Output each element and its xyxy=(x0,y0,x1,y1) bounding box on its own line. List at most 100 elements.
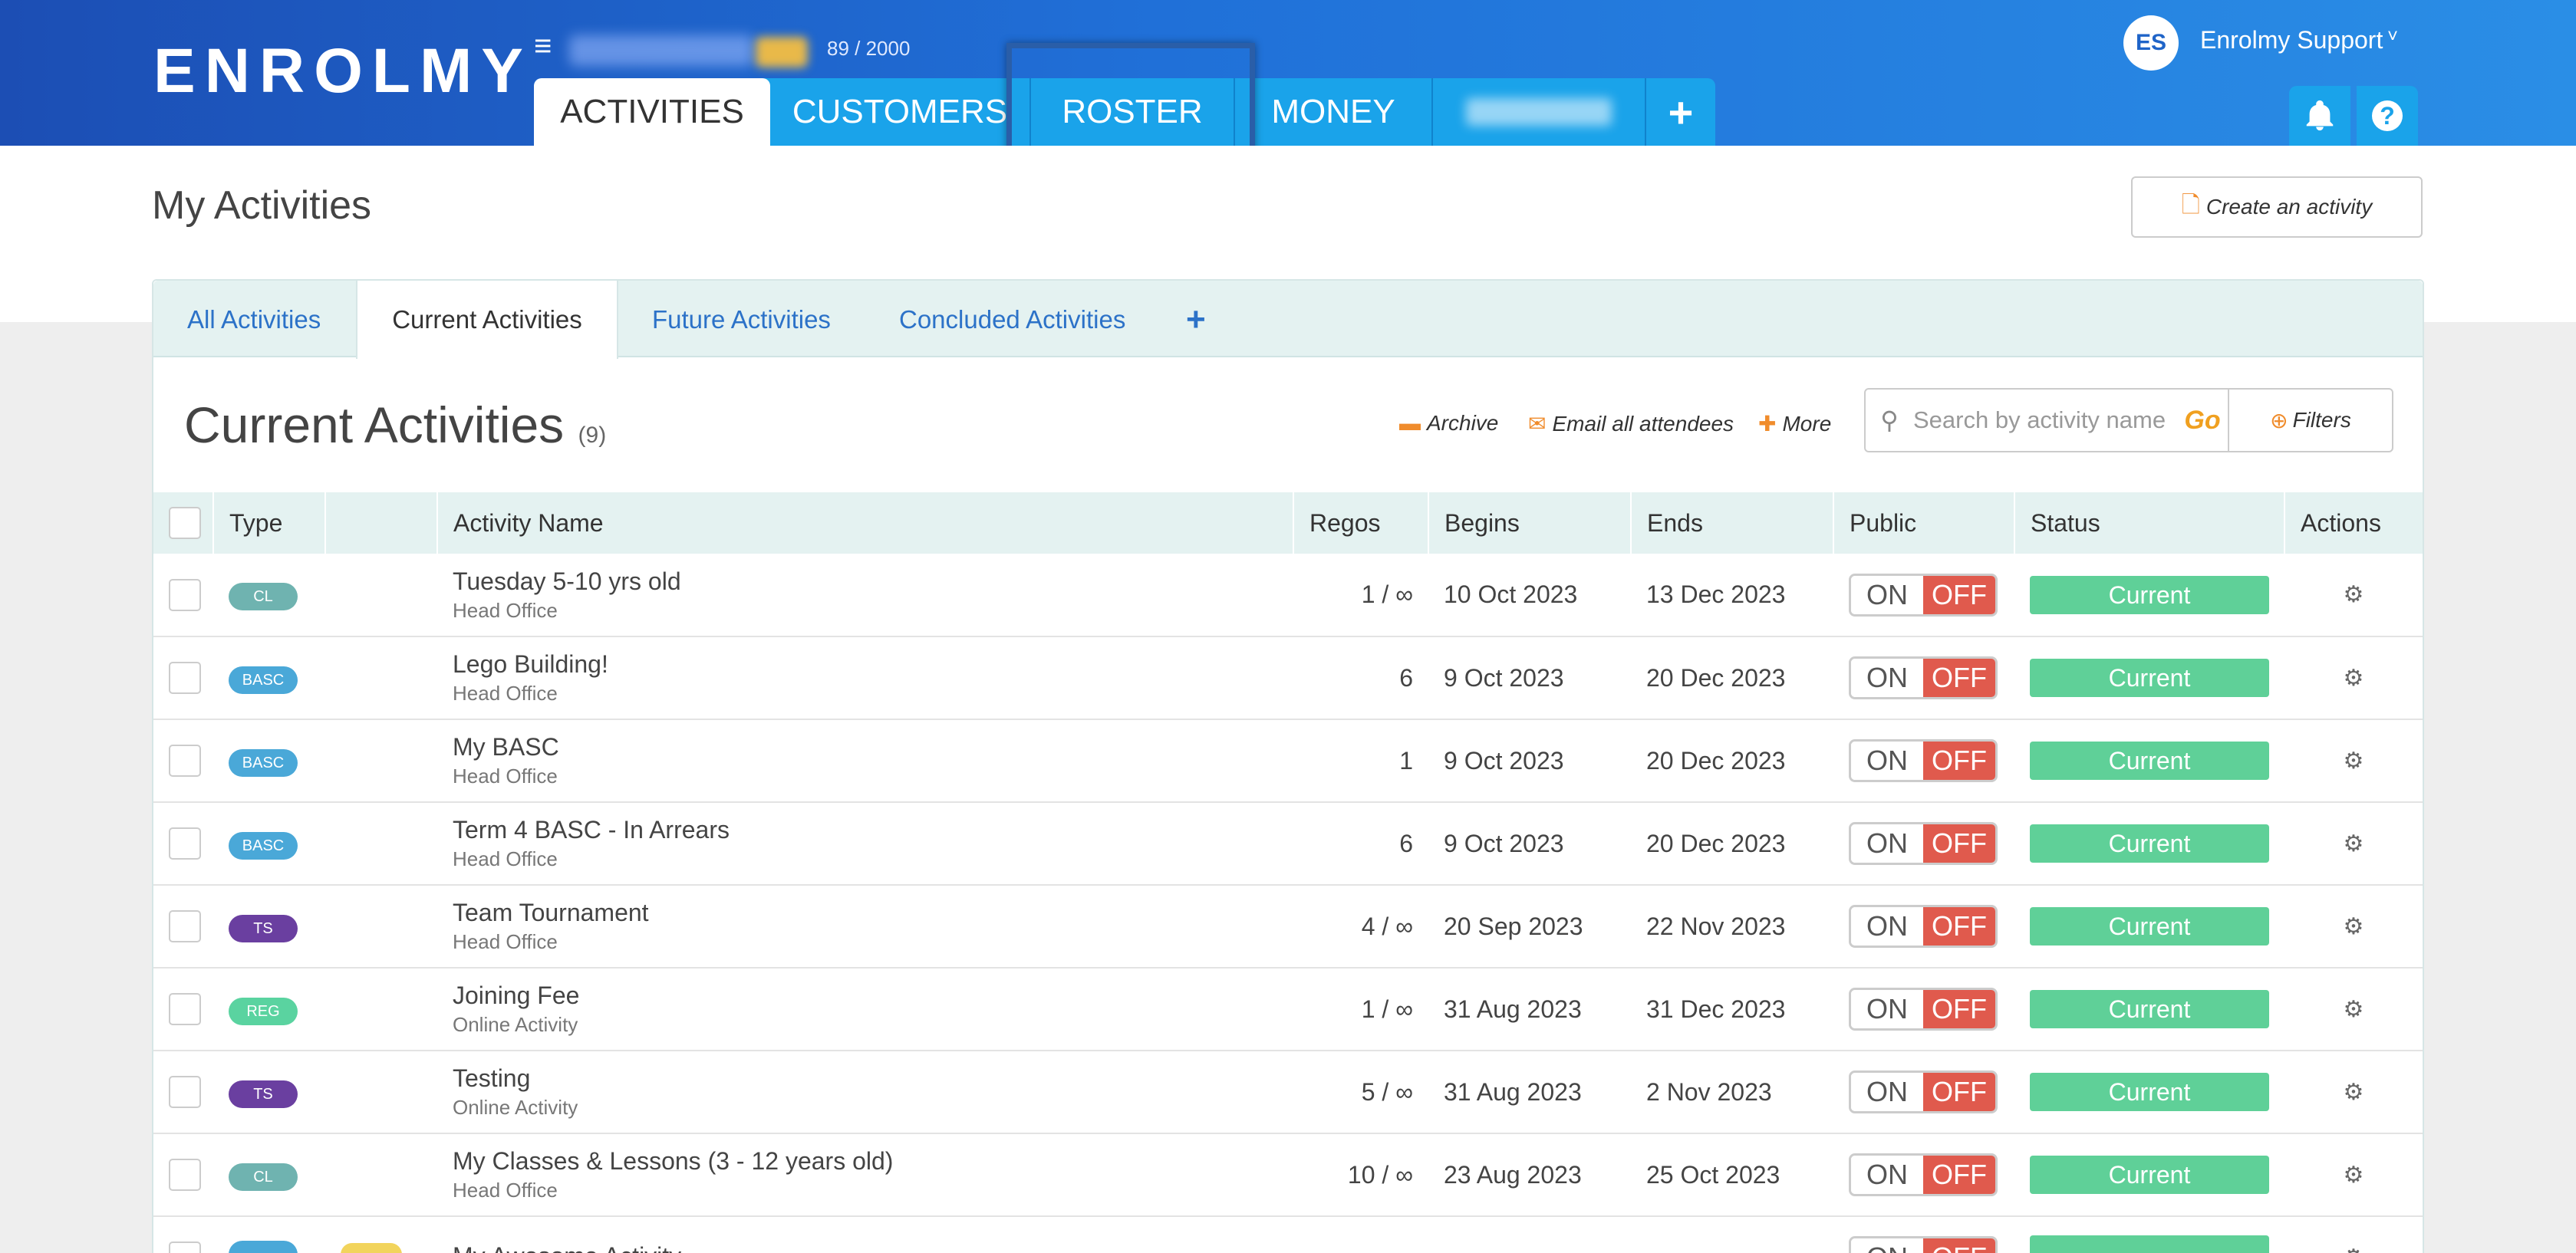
nav-tab-money[interactable]: MONEY xyxy=(1235,78,1433,146)
toggle-on[interactable]: ON xyxy=(1851,990,1923,1028)
add-tab-plus-icon[interactable]: + xyxy=(1646,78,1715,146)
public-toggle[interactable]: ON OFF xyxy=(1849,656,1998,699)
column-header-activity-name[interactable]: Activity Name xyxy=(437,492,1294,554)
toggle-off[interactable]: OFF xyxy=(1923,907,1995,946)
toggle-off[interactable]: OFF xyxy=(1923,824,1995,863)
activity-name[interactable]: My BASC xyxy=(453,733,1293,761)
toggle-off[interactable]: OFF xyxy=(1923,1156,1995,1194)
search-input[interactable] xyxy=(1913,397,2177,443)
row-checkbox[interactable] xyxy=(169,1159,201,1191)
table-row[interactable]: My Awesome Activity ON OFF ⚙ xyxy=(153,1216,2423,1253)
subtab-all-activities[interactable]: All Activities xyxy=(187,281,321,359)
toggle-on[interactable]: ON xyxy=(1851,575,1923,614)
notifications-button[interactable] xyxy=(2289,86,2350,146)
enrolmy-logo[interactable]: ENROLMY xyxy=(153,40,532,103)
toggle-on[interactable]: ON xyxy=(1851,659,1923,697)
public-toggle[interactable]: ON OFF xyxy=(1849,739,1998,782)
row-checkbox[interactable] xyxy=(169,910,201,942)
column-header-begins[interactable]: Begins xyxy=(1428,492,1632,554)
activity-name-cell[interactable]: Testing Online Activity xyxy=(437,1051,1293,1133)
table-row[interactable]: BASC Lego Building! Head Office 6 9 Oct … xyxy=(153,636,2423,719)
create-activity-button[interactable]: 🗋 Create an activity xyxy=(2131,176,2423,238)
row-checkbox[interactable] xyxy=(169,662,201,694)
activity-name-cell[interactable]: Tuesday 5-10 yrs old Head Office xyxy=(437,554,1293,636)
toggle-on[interactable]: ON xyxy=(1851,1238,1923,1253)
toggle-off[interactable]: OFF xyxy=(1923,742,1995,780)
toggle-on[interactable]: ON xyxy=(1851,824,1923,863)
gear-icon[interactable]: ⚙ xyxy=(2344,1080,2364,1105)
gear-icon[interactable]: ⚙ xyxy=(2344,1245,2364,1253)
toggle-off[interactable]: OFF xyxy=(1923,1238,1995,1253)
toggle-on[interactable]: ON xyxy=(1851,1073,1923,1111)
toggle-off[interactable]: OFF xyxy=(1923,1073,1995,1111)
gear-icon[interactable]: ⚙ xyxy=(2344,997,2364,1022)
add-subtab-plus-icon[interactable]: + xyxy=(1186,281,1206,359)
public-toggle[interactable]: ON OFF xyxy=(1849,905,1998,948)
nav-tab-customers[interactable]: CUSTOMERS xyxy=(770,78,1031,146)
hamburger-icon[interactable]: ≡ xyxy=(534,31,552,61)
public-toggle[interactable]: ON OFF xyxy=(1849,988,1998,1031)
chevron-down-icon[interactable]: ˅ xyxy=(2387,26,2398,48)
toggle-on[interactable]: ON xyxy=(1851,742,1923,780)
user-menu-name[interactable]: Enrolmy Support xyxy=(2200,26,2383,54)
table-row[interactable]: CL Tuesday 5-10 yrs old Head Office 1 / … xyxy=(153,554,2423,636)
subtab-future-activities[interactable]: Future Activities xyxy=(652,281,831,359)
more-button[interactable]: ✚ More xyxy=(1758,411,1831,436)
activity-name[interactable]: My Classes & Lessons (3 - 12 years old) xyxy=(453,1147,1293,1176)
go-button[interactable]: Go xyxy=(2177,406,2228,436)
table-row[interactable]: TS Team Tournament Head Office 4 / ∞ 20 … xyxy=(153,885,2423,968)
table-row[interactable]: TS Testing Online Activity 5 / ∞ 31 Aug … xyxy=(153,1051,2423,1133)
archive-button[interactable]: ▬ Archive xyxy=(1399,411,1498,436)
activity-name-cell[interactable]: Lego Building! Head Office xyxy=(437,636,1293,719)
public-toggle[interactable]: ON OFF xyxy=(1849,573,1998,617)
public-toggle[interactable]: ON OFF xyxy=(1849,822,1998,865)
activity-name[interactable]: Team Tournament xyxy=(453,899,1293,927)
table-row[interactable]: REG Joining Fee Online Activity 1 / ∞ 31… xyxy=(153,968,2423,1051)
activity-name[interactable]: Lego Building! xyxy=(453,650,1293,679)
column-header-status[interactable]: Status xyxy=(2014,492,2285,554)
activity-name[interactable]: My Awesome Activity xyxy=(453,1242,1293,1253)
activity-name[interactable]: Testing xyxy=(453,1064,1293,1093)
column-header-ends[interactable]: Ends xyxy=(1631,492,1834,554)
activity-name-cell[interactable]: Joining Fee Online Activity xyxy=(437,968,1293,1051)
toggle-off[interactable]: OFF xyxy=(1923,575,1995,614)
activity-name-cell[interactable]: My Awesome Activity xyxy=(437,1216,1293,1253)
public-toggle[interactable]: ON OFF xyxy=(1849,1153,1998,1196)
row-checkbox[interactable] xyxy=(169,578,201,611)
nav-tab-activities[interactable]: ACTIVITIES xyxy=(534,78,770,146)
filters-button[interactable]: ⊕ Filters xyxy=(2228,390,2392,451)
table-row[interactable]: BASC My BASC Head Office 1 9 Oct 2023 20… xyxy=(153,719,2423,802)
row-checkbox[interactable] xyxy=(169,1241,201,1253)
row-checkbox[interactable] xyxy=(169,993,201,1025)
activity-name-cell[interactable]: Term 4 BASC - In Arrears Head Office xyxy=(437,802,1293,885)
nav-tab-redacted[interactable] xyxy=(1433,78,1646,146)
activity-name[interactable]: Term 4 BASC - In Arrears xyxy=(453,816,1293,844)
gear-icon[interactable]: ⚙ xyxy=(2344,914,2364,939)
public-toggle[interactable]: ON OFF xyxy=(1849,1236,1998,1253)
subtab-concluded-activities[interactable]: Concluded Activities xyxy=(899,281,1125,359)
column-header-public[interactable]: Public xyxy=(1833,492,2015,554)
activity-name-cell[interactable]: Team Tournament Head Office xyxy=(437,885,1293,968)
table-row[interactable]: BASC Term 4 BASC - In Arrears Head Offic… xyxy=(153,802,2423,885)
gear-icon[interactable]: ⚙ xyxy=(2344,1163,2364,1188)
column-header-type[interactable]: Type xyxy=(213,492,326,554)
activity-name[interactable]: Joining Fee xyxy=(453,982,1293,1010)
activity-name[interactable]: Tuesday 5-10 yrs old xyxy=(453,567,1293,596)
toggle-on[interactable]: ON xyxy=(1851,907,1923,946)
gear-icon[interactable]: ⚙ xyxy=(2344,666,2364,691)
select-all-checkbox[interactable] xyxy=(169,507,201,539)
toggle-off[interactable]: OFF xyxy=(1923,659,1995,697)
activity-name-cell[interactable]: My BASC Head Office xyxy=(437,719,1293,802)
subtab-current-activities[interactable]: Current Activities xyxy=(356,281,618,359)
gear-icon[interactable]: ⚙ xyxy=(2344,748,2364,774)
column-header-regos[interactable]: Regos xyxy=(1293,492,1429,554)
help-button[interactable]: ? xyxy=(2357,86,2418,146)
toggle-off[interactable]: OFF xyxy=(1923,990,1995,1028)
organization-name-redacted[interactable] xyxy=(569,35,753,66)
user-avatar[interactable]: ES xyxy=(2123,15,2179,71)
gear-icon[interactable]: ⚙ xyxy=(2344,582,2364,607)
table-row[interactable]: CL My Classes & Lessons (3 - 12 years ol… xyxy=(153,1133,2423,1216)
email-all-attendees-button[interactable]: ✉ Email all attendees xyxy=(1528,411,1734,436)
toggle-on[interactable]: ON xyxy=(1851,1156,1923,1194)
public-toggle[interactable]: ON OFF xyxy=(1849,1070,1998,1113)
